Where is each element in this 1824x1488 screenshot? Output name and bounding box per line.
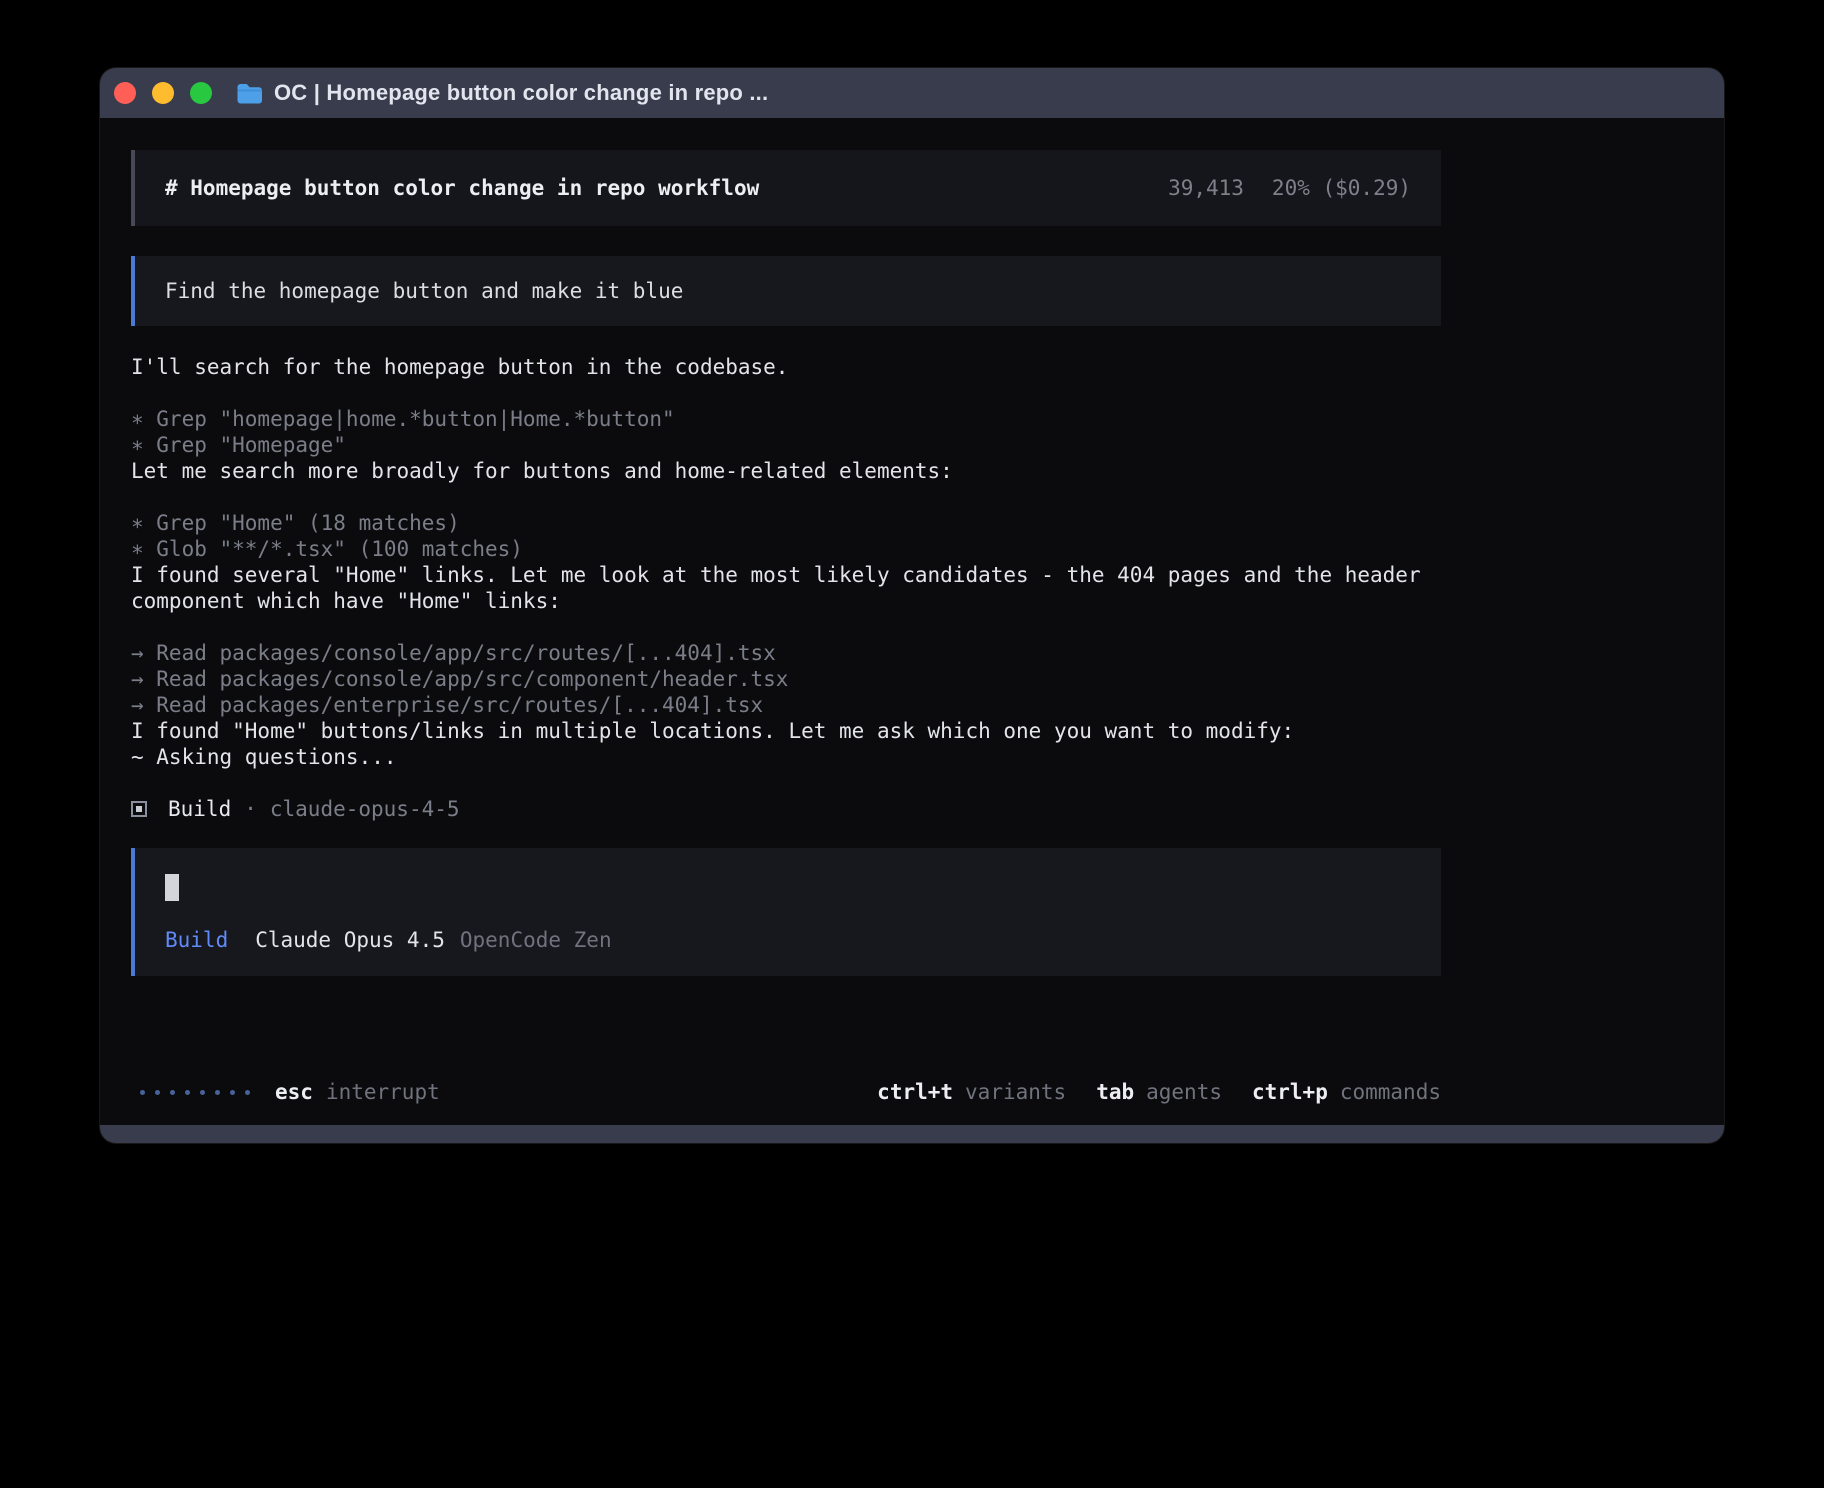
folder-icon	[236, 82, 263, 104]
hint-agents: tab agents	[1096, 1079, 1222, 1105]
tool-call-read: → Read packages/enterprise/src/routes/[.…	[131, 692, 1441, 718]
desktop-background: OC | Homepage button color change in rep…	[0, 0, 1824, 1488]
agent-model: claude-opus-4-5	[270, 796, 460, 822]
hint-commands: ctrl+p commands	[1252, 1079, 1441, 1105]
session-content: # Homepage button color change in repo w…	[131, 150, 1441, 976]
zoom-button[interactable]	[190, 82, 212, 104]
user-message-text: Find the homepage button and make it blu…	[165, 279, 683, 303]
keyboard-hints: ctrl+t variants tab agents ctrl+p comman…	[877, 1079, 1441, 1105]
assistant-text: I found several "Home" links. Let me loo…	[131, 562, 1441, 614]
esc-key-hint: esc	[275, 1079, 313, 1105]
window-title: OC | Homepage button color change in rep…	[274, 80, 768, 106]
asking-questions-status: ~ Asking questions...	[131, 744, 1441, 770]
agent-square-icon	[131, 801, 147, 817]
tool-call-grep: ∗ Grep "homepage|home.*button|Home.*butt…	[131, 406, 1441, 432]
user-message: Find the homepage button and make it blu…	[131, 256, 1441, 326]
interrupt-label: interrupt	[326, 1079, 440, 1105]
agent-separator: ·	[244, 796, 257, 822]
tool-call-grep: ∗ Grep "Homepage"	[131, 432, 1441, 458]
status-bar: esc interrupt ctrl+t variants tab agents…	[131, 1079, 1441, 1105]
input-agent-mode[interactable]: Build	[165, 927, 228, 953]
session-header: # Homepage button color change in repo w…	[131, 150, 1441, 226]
close-button[interactable]	[114, 82, 136, 104]
active-agent-status: Build · claude-opus-4-5	[131, 796, 1441, 822]
input-model-name[interactable]: Claude Opus 4.5	[255, 927, 445, 953]
spinner-dots	[131, 1090, 250, 1095]
input-provider-name: OpenCode Zen	[460, 927, 612, 953]
terminal-content: # Homepage button color change in repo w…	[100, 118, 1724, 1125]
assistant-text: I found "Home" buttons/links in multiple…	[131, 718, 1441, 744]
session-stats: 39,413 20% ($0.29)	[1168, 175, 1411, 201]
text-cursor	[165, 874, 179, 901]
tool-call-grep: ∗ Grep "Home" (18 matches)	[131, 510, 1441, 536]
token-count: 39,413	[1168, 175, 1244, 201]
conversation: I'll search for the homepage button in t…	[131, 354, 1441, 822]
tool-call-read: → Read packages/console/app/src/routes/[…	[131, 640, 1441, 666]
prompt-input[interactable]: Build Claude Opus 4.5 OpenCode Zen	[131, 848, 1441, 976]
assistant-text: Let me search more broadly for buttons a…	[131, 458, 1441, 484]
tool-call-group: ∗ Grep "Home" (18 matches) ∗ Glob "**/*.…	[131, 510, 1441, 562]
input-meta-row: Build Claude Opus 4.5 OpenCode Zen	[165, 927, 1411, 953]
hint-variants: ctrl+t variants	[877, 1079, 1066, 1105]
tool-call-glob: ∗ Glob "**/*.tsx" (100 matches)	[131, 536, 1441, 562]
tool-call-group: ∗ Grep "homepage|home.*button|Home.*butt…	[131, 406, 1441, 458]
window-titlebar[interactable]: OC | Homepage button color change in rep…	[100, 68, 1724, 118]
context-usage: 20% ($0.29)	[1272, 175, 1411, 201]
window-controls	[114, 82, 212, 104]
session-title: # Homepage button color change in repo w…	[165, 175, 759, 201]
minimize-button[interactable]	[152, 82, 174, 104]
window-title-area: OC | Homepage button color change in rep…	[236, 80, 768, 106]
terminal-window: OC | Homepage button color change in rep…	[100, 68, 1724, 1143]
tool-call-read: → Read packages/console/app/src/componen…	[131, 666, 1441, 692]
agent-name: Build	[168, 796, 231, 822]
tool-call-group: → Read packages/console/app/src/routes/[…	[131, 640, 1441, 718]
assistant-text: I'll search for the homepage button in t…	[131, 354, 1441, 380]
